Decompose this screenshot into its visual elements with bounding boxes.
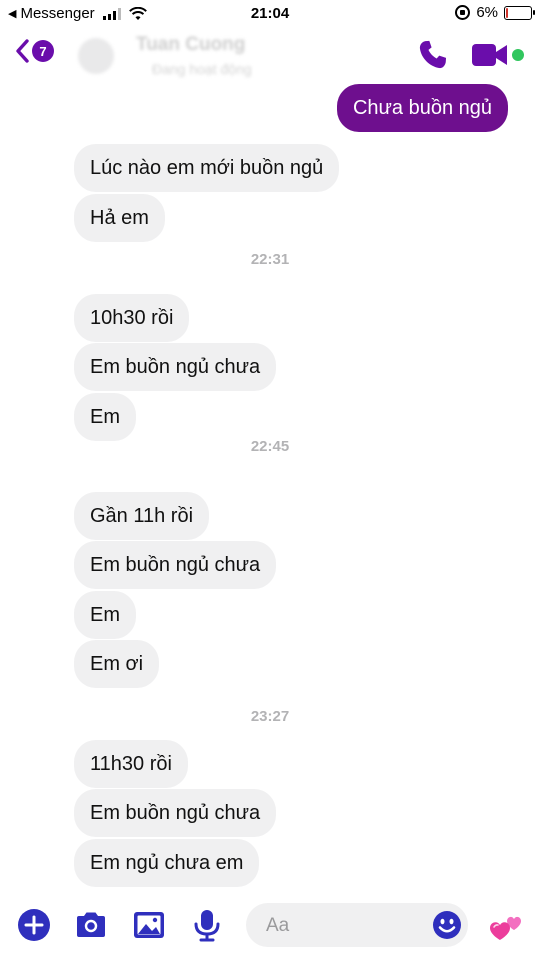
message-outgoing[interactable]: Chưa buồn ngủ xyxy=(336,84,508,132)
image-icon[interactable] xyxy=(132,908,166,942)
message-incoming[interactable]: Em xyxy=(74,591,136,639)
message-incoming[interactable]: Lúc nào em mới buồn ngủ xyxy=(74,144,340,192)
unread-count-badge: 7 xyxy=(32,40,54,62)
message-incoming[interactable]: Em ngủ chưa em xyxy=(74,839,260,887)
battery-level xyxy=(506,7,508,18)
message-timestamp: 22:45 xyxy=(250,438,290,455)
message-input[interactable]: Aa xyxy=(246,903,468,947)
smiley-icon[interactable] xyxy=(432,910,462,940)
message-input-placeholder: Aa xyxy=(266,915,290,936)
message-incoming[interactable]: Gần 11h rồi xyxy=(74,492,210,540)
composer-bar: Aa xyxy=(0,888,540,960)
plus-circle-icon[interactable] xyxy=(17,908,51,942)
online-indicator xyxy=(512,49,524,61)
message-incoming[interactable]: Em xyxy=(74,393,136,441)
message-incoming[interactable]: Em buồn ngủ chưa xyxy=(74,789,277,837)
chevron-left-icon xyxy=(16,39,29,63)
phone-icon[interactable] xyxy=(416,38,450,72)
message-incoming[interactable]: Em buồn ngủ chưa xyxy=(74,343,277,391)
microphone-icon[interactable] xyxy=(190,908,224,942)
video-camera-icon[interactable] xyxy=(470,40,510,70)
contact-name[interactable]: Tuan Cuong xyxy=(136,34,245,56)
status-right: 6% xyxy=(455,4,535,21)
message-incoming[interactable]: Em buồn ngủ chưa xyxy=(74,541,277,589)
back-button[interactable]: 7 xyxy=(14,38,54,64)
message-incoming[interactable]: 10h30 rồi xyxy=(74,294,190,342)
battery-icon xyxy=(504,5,535,20)
hearts-icon[interactable] xyxy=(488,908,522,942)
conversation-header: 7 Tuan Cuong Đang hoạt động xyxy=(0,28,540,84)
message-incoming[interactable]: 11h30 rồi xyxy=(74,740,188,788)
message-incoming[interactable]: Hả em xyxy=(74,194,165,242)
contact-status: Đang hoạt động xyxy=(152,61,252,77)
camera-icon[interactable] xyxy=(74,908,108,942)
rotation-lock-icon xyxy=(455,5,471,20)
status-bar: ◀ Messenger 21:04 6% xyxy=(0,0,540,28)
message-timestamp: 22:31 xyxy=(250,251,290,268)
battery-percent: 6% xyxy=(476,4,498,21)
message-incoming[interactable]: Em ơi xyxy=(74,640,160,688)
contact-avatar[interactable] xyxy=(78,38,114,74)
message-timestamp: 23:27 xyxy=(250,708,290,725)
